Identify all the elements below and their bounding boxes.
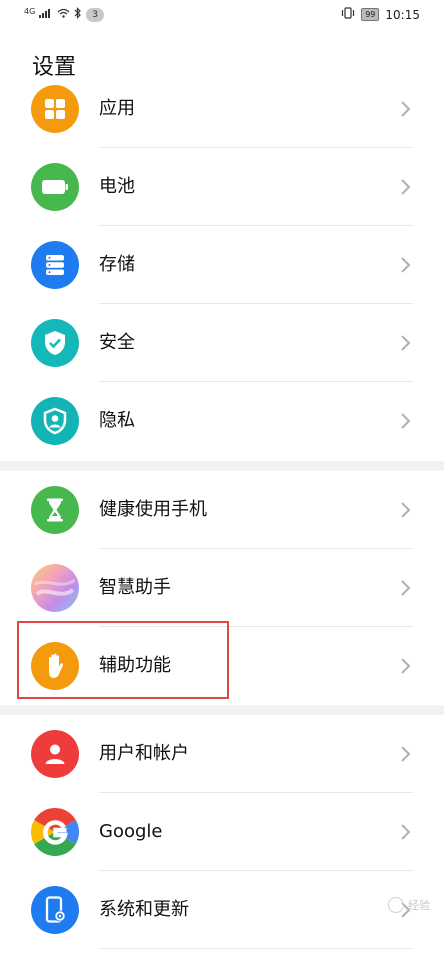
settings-item-label: 隐私 [99,410,135,431]
watermark-text: 经验 [408,899,430,912]
settings-item-digital-balance[interactable]: 健康使用手机 [0,471,444,549]
settings-item-google[interactable]: Google [0,793,444,871]
chevron-right-icon [401,658,411,674]
settings-item-label: 智慧助手 [99,577,171,598]
security-shield-icon [31,319,79,367]
wifi-icon [57,8,70,21]
watermark: 经验 [388,897,430,913]
settings-item-smart-assistant[interactable]: 智慧助手 [0,549,444,627]
chevron-right-icon [401,746,411,762]
hourglass-icon [31,486,79,534]
user-icon [31,730,79,778]
battery-level: 99 [361,8,380,21]
watermark-logo-icon [388,897,404,913]
settings-item-label: 健康使用手机 [99,499,207,520]
section-gap [0,705,444,715]
storage-icon [31,241,79,289]
clock: 10:15 [385,7,420,22]
chevron-right-icon [401,179,411,195]
signal-icon [39,8,53,21]
chevron-right-icon [401,413,411,429]
privacy-icon [31,397,79,445]
settings-item-battery[interactable]: 电池 [0,148,444,226]
chevron-right-icon [401,257,411,273]
section-gap [0,461,444,471]
settings-item-storage[interactable]: 存储 [0,226,444,304]
vibrate-icon [341,7,355,22]
notification-count-badge: 3 [86,7,105,22]
chevron-right-icon [401,824,411,840]
network-type-label: 4G [24,7,36,16]
settings-item-label: 安全 [99,332,135,353]
settings-item-privacy[interactable]: 隐私 [0,382,444,460]
settings-item-label: 系统和更新 [99,899,189,920]
battery-icon [31,163,79,211]
settings-item-security[interactable]: 安全 [0,304,444,382]
settings-item-label: 用户和帐户 [99,743,189,764]
highlight-box [17,621,229,699]
settings-item-label: 电池 [99,176,135,197]
divider [99,948,413,949]
settings-item-label: Google [99,821,163,842]
settings-item-system-update[interactable]: 系统和更新 [0,871,444,949]
settings-item-apps[interactable]: 应用 [0,70,444,148]
status-bar-right: 99 10:15 [341,7,420,22]
chevron-right-icon [401,580,411,596]
google-icon [31,808,79,856]
bluetooth-icon [74,7,82,22]
apps-icon [31,85,79,133]
chevron-right-icon [401,101,411,117]
smart-assistant-icon [31,564,79,612]
status-bar-left: 4G 3 [24,7,105,22]
settings-item-label: 存储 [99,254,135,275]
settings-item-users-accounts[interactable]: 用户和帐户 [0,715,444,793]
status-bar: 4G 3 99 10:15 [0,0,444,30]
chevron-right-icon [401,502,411,518]
settings-item-label: 应用 [99,98,135,119]
chevron-right-icon [401,335,411,351]
system-update-icon [31,886,79,934]
